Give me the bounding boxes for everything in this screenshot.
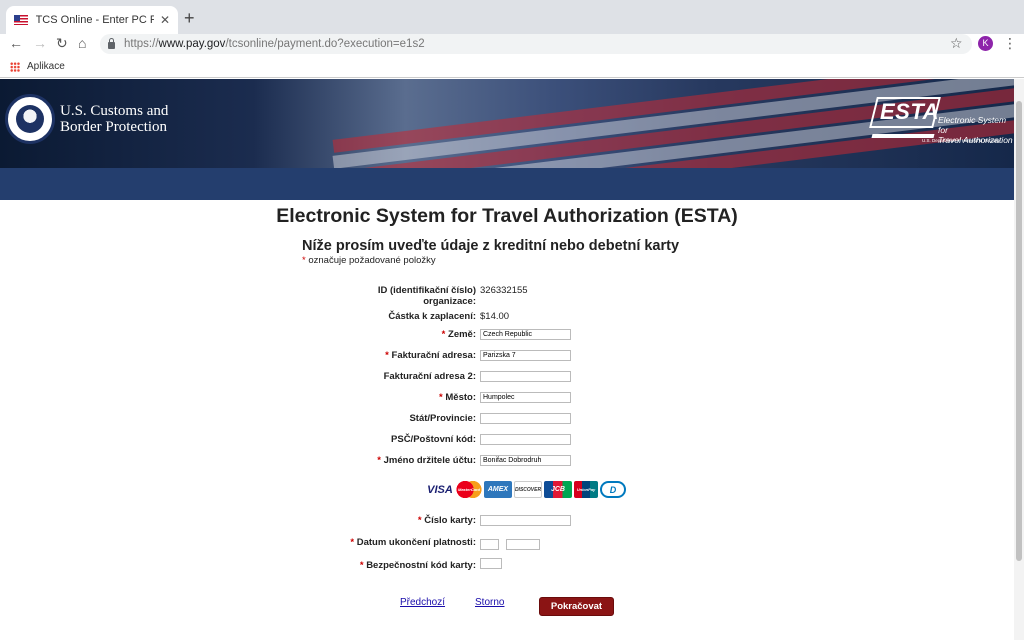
address-field[interactable]: Parizska 7 — [480, 350, 571, 361]
reload-icon[interactable]: ↻ — [56, 35, 68, 52]
nav-bar — [0, 168, 1014, 200]
address-label: * Fakturační adresa: — [385, 350, 476, 361]
eagle-icon — [16, 105, 44, 133]
holder-row: * Jméno držitele účtu: Bonifac Dobrodruh — [0, 455, 1014, 469]
browser-tabstrip: TCS Online - Enter PC Payment ✕ + — [0, 0, 1024, 34]
apps-grid-icon[interactable] — [10, 61, 20, 72]
visa-logo: VISA — [426, 481, 454, 498]
lock-icon[interactable] — [108, 38, 115, 49]
us-flag-icon — [14, 15, 28, 25]
required-note: * označuje požadované položky — [302, 255, 436, 266]
card-number-label: * Číslo karty: — [417, 515, 476, 526]
diners-logo: D — [600, 481, 626, 498]
holder-field[interactable]: Bonifac Dobrodruh — [480, 455, 571, 466]
page-content: U.S. Customs and Border Protection ESTA … — [0, 79, 1014, 640]
forward-arrow-icon[interactable]: → — [33, 35, 47, 51]
esta-logo: ESTA Electronic System for Travel Author… — [869, 95, 1014, 150]
browser-toolbar: ← → ↻ ⌂ https://www.pay.gov/tcsonline/pa… — [0, 34, 1024, 56]
org-id-row: ID (identifikační číslo) organizace: 326… — [0, 285, 1014, 309]
amex-logo: AMEX — [484, 481, 512, 498]
dhs-seal-logo — [5, 94, 55, 144]
agency-name: U.S. Customs and Border Protection — [60, 103, 169, 135]
address2-label: Fakturační adresa 2: — [383, 371, 476, 382]
address2-row: Fakturační adresa 2: — [0, 371, 1014, 385]
scrollbar-thumb[interactable] — [1016, 101, 1022, 561]
discover-logo: DISCOVER — [514, 481, 542, 498]
org-id-value: 326332155 — [480, 285, 528, 296]
expiry-row: * Datum ukončení platnosti: — [0, 537, 1014, 551]
card-logos: VISA MasterCard AMEX DISCOVER JCB UnionP… — [426, 481, 626, 498]
unionpay-logo: UnionPay — [574, 481, 598, 498]
expiry-label: * Datum ukončení platnosti: — [350, 537, 476, 548]
form-subtitle: Níže prosím uveďte údaje z kreditní nebo… — [302, 238, 680, 254]
zip-label: PSČ/Poštovní kód: — [391, 434, 476, 445]
amount-label: Částka k zaplacení: — [388, 311, 476, 322]
new-tab-button[interactable]: + — [184, 8, 195, 29]
menu-dots-icon[interactable]: ⋮ — [1003, 35, 1017, 52]
url-text: https://www.pay.gov/tcsonline/payment.do… — [124, 38, 425, 50]
country-label: * Země: — [441, 329, 476, 340]
scrollbar[interactable] — [1014, 79, 1024, 640]
cvv-label: * Bezpečnostní kód karty: — [359, 560, 476, 571]
city-row: * Město: Humpolec — [0, 392, 1014, 406]
amount-row: Částka k zaplacení: $14.00 — [0, 311, 1014, 325]
jcb-logo: JCB — [544, 481, 572, 498]
holder-label: * Jméno držitele účtu: — [377, 455, 476, 466]
star-icon[interactable]: ☆ — [950, 35, 963, 52]
page-title: Electronic System for Travel Authorizati… — [276, 205, 738, 227]
card-number-field[interactable] — [480, 515, 571, 526]
back-arrow-icon[interactable]: ← — [9, 35, 23, 51]
address-row: * Fakturační adresa: Parizska 7 — [0, 350, 1014, 364]
continue-button[interactable]: Pokračovat — [539, 597, 614, 616]
cvv-row: * Bezpečnostní kód karty: — [0, 558, 1014, 574]
tab-title: TCS Online - Enter PC Payment — [35, 14, 154, 26]
previous-link[interactable]: Předchozí — [400, 597, 445, 608]
city-field[interactable]: Humpolec — [480, 392, 571, 403]
zip-row: PSČ/Poštovní kód: — [0, 434, 1014, 448]
bookmarks-bar: Aplikace — [0, 56, 1024, 78]
state-label: Stát/Provincie: — [409, 413, 476, 424]
home-icon[interactable]: ⌂ — [78, 35, 86, 51]
cancel-link[interactable]: Storno — [475, 597, 504, 608]
amount-value: $14.00 — [480, 311, 510, 322]
org-id-label: ID (identifikační číslo) organizace: — [377, 285, 476, 307]
close-icon[interactable]: ✕ — [160, 13, 170, 27]
cvv-field[interactable] — [480, 558, 502, 569]
bookmark-apps[interactable]: Aplikace — [27, 61, 65, 72]
address-bar[interactable]: https://www.pay.gov/tcsonline/payment.do… — [100, 34, 972, 54]
mastercard-logo: MasterCard — [456, 481, 482, 498]
avatar[interactable]: K — [978, 36, 993, 51]
state-field[interactable] — [480, 413, 571, 424]
expiry-year-field[interactable] — [506, 539, 540, 550]
city-label: * Město: — [439, 392, 476, 403]
state-row: Stát/Provincie: — [0, 413, 1014, 427]
zip-field[interactable] — [480, 434, 571, 445]
country-row: * Země: Czech Republic — [0, 329, 1014, 343]
country-field[interactable]: Czech Republic — [480, 329, 571, 340]
card-number-row: * Číslo karty: — [0, 515, 1014, 529]
browser-tab[interactable]: TCS Online - Enter PC Payment ✕ — [6, 6, 178, 34]
address2-field[interactable] — [480, 371, 571, 382]
expiry-month-field[interactable] — [480, 539, 499, 550]
header-banner: U.S. Customs and Border Protection ESTA … — [0, 79, 1014, 168]
